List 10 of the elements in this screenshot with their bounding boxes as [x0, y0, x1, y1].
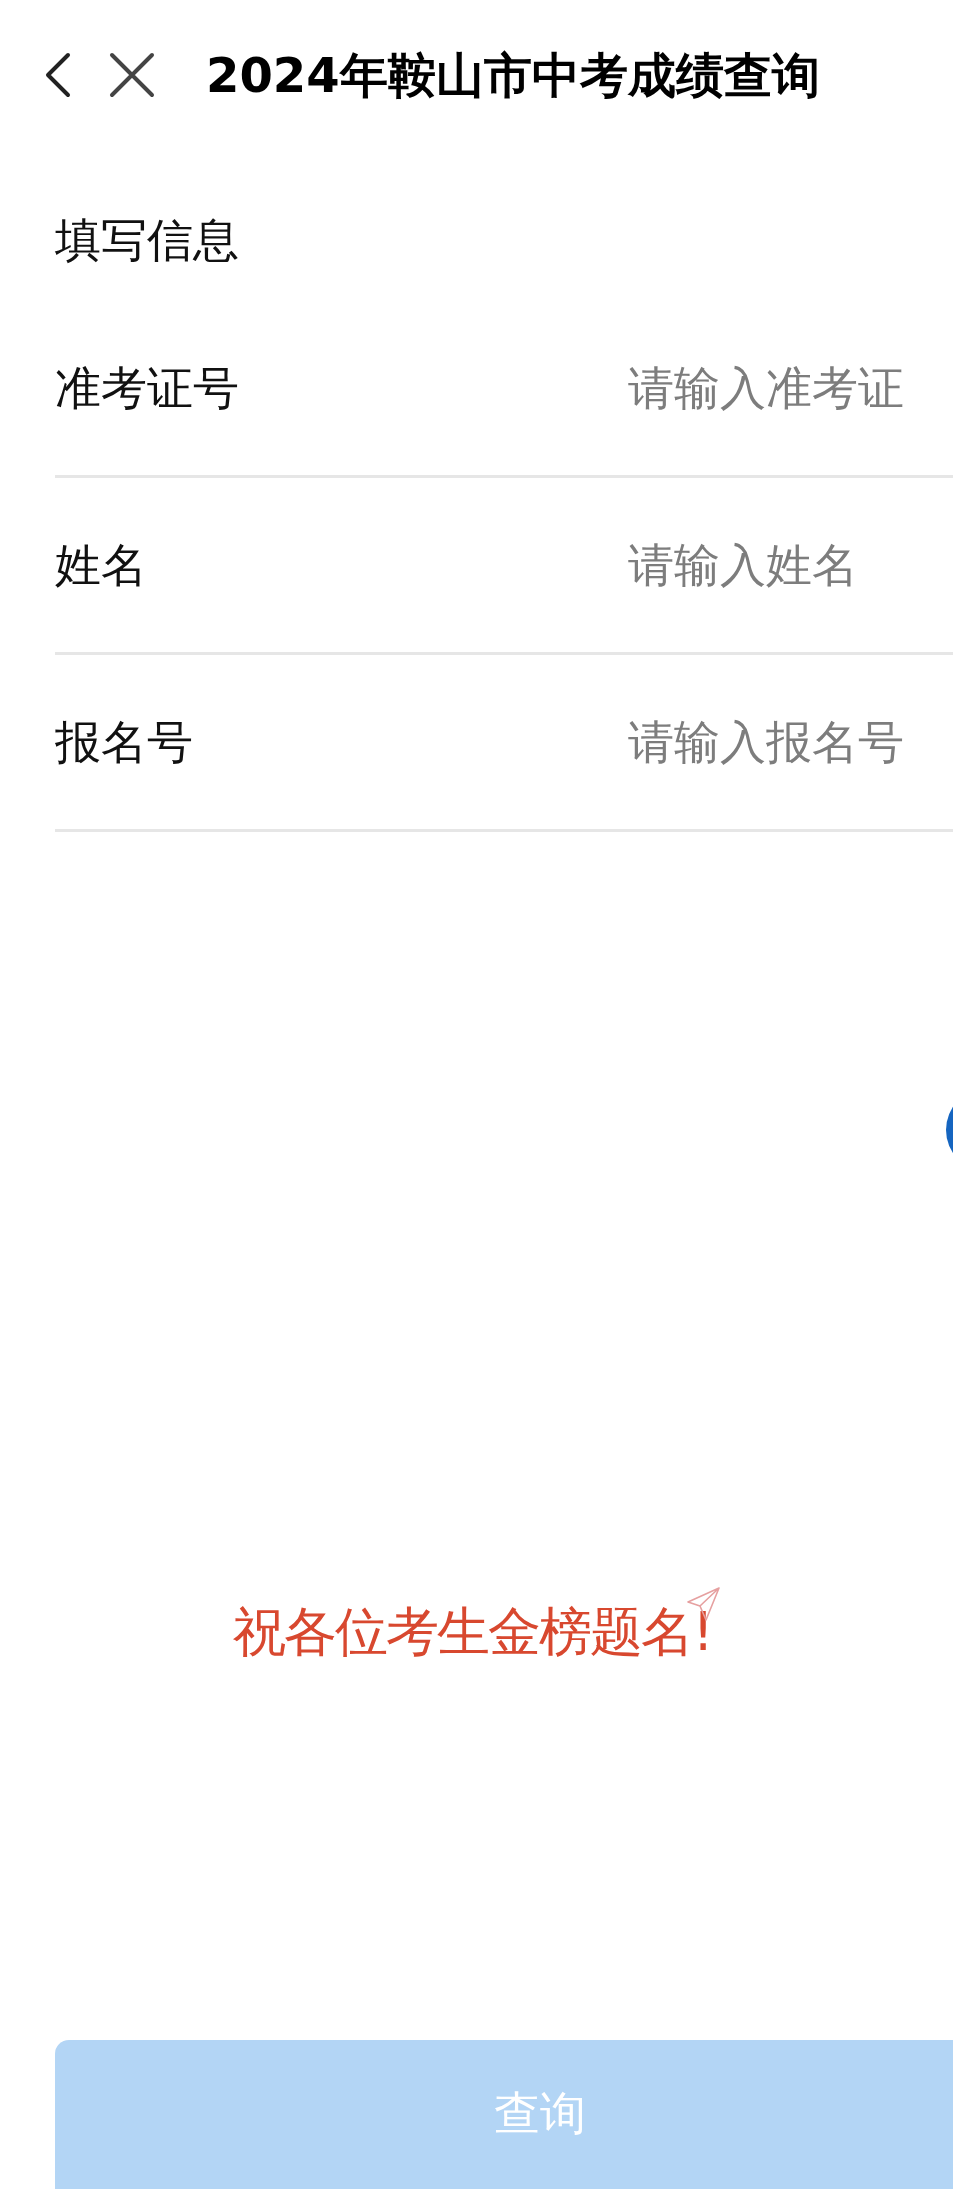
input-field[interactable]: 请输入姓名 — [628, 530, 953, 600]
page-title: 2024年鞍山市中考成绩查询 — [206, 46, 820, 105]
field-label: 准考证号 — [55, 359, 240, 417]
field-label: 姓名 — [55, 536, 148, 594]
field-label: 报名号 — [55, 713, 194, 771]
section-title: 填写信息 — [55, 212, 239, 268]
banner-text: 祝各位考生金榜题名! — [233, 1600, 712, 1664]
close-icon[interactable] — [108, 51, 156, 99]
input-field[interactable]: 请输入准考证 — [628, 353, 953, 423]
input-field[interactable]: 请输入报名号 — [628, 707, 953, 777]
